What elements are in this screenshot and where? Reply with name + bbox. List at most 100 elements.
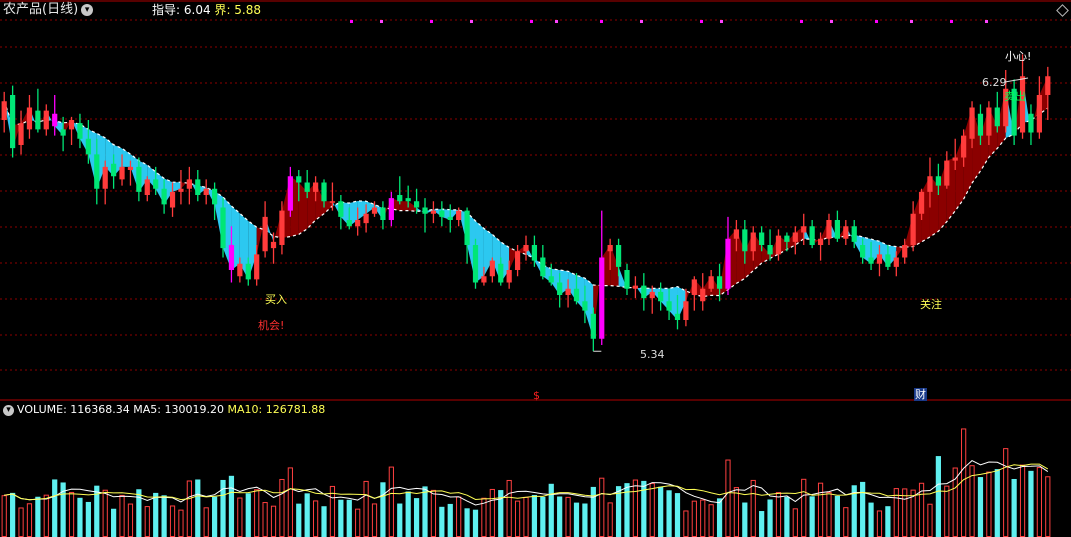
volume-bar <box>287 467 293 537</box>
volume-bar <box>590 486 596 537</box>
volume-bar <box>10 492 16 537</box>
volume-bar <box>144 506 150 537</box>
chevron-down-icon[interactable]: ▾ <box>81 3 94 16</box>
candle-body <box>582 301 588 311</box>
candle-body <box>607 245 613 252</box>
indicator-label: 指导 <box>152 3 177 17</box>
volume-bar <box>413 498 420 537</box>
candle-body <box>716 276 723 289</box>
marker-cai: 财 <box>914 388 927 401</box>
volume-bar <box>792 508 798 537</box>
price-volume-chart[interactable] <box>0 0 1071 537</box>
candle-body <box>77 123 83 139</box>
candle-body <box>801 226 807 233</box>
candle-body <box>666 301 672 311</box>
volume-bar <box>346 499 352 537</box>
low-price-label: 5.34 <box>640 348 665 361</box>
candle-body <box>169 191 176 208</box>
volume-bar <box>649 483 655 537</box>
marker-dot <box>530 20 533 23</box>
candle-body <box>279 210 285 245</box>
ma10-value: 126781.88 <box>265 403 326 416</box>
volume-bar <box>742 502 748 537</box>
volume-bar <box>136 489 142 537</box>
indicator-readout: 指导: 6.04 界: 5.88 <box>152 3 262 17</box>
volume-bar <box>834 495 841 537</box>
volume-bar <box>1003 448 1009 537</box>
candle-body <box>413 201 420 208</box>
candle-body <box>186 179 192 189</box>
volume-bar <box>1019 464 1026 537</box>
candle-body <box>447 216 453 220</box>
volume-value: 116368.34 <box>70 403 130 416</box>
boundary-label: 界 <box>214 3 227 17</box>
volume-bar <box>599 477 605 537</box>
candle-body <box>658 291 664 302</box>
indicator-value: 6.04 <box>183 3 211 17</box>
volume-bar <box>472 509 479 537</box>
candle-body <box>296 176 302 183</box>
volume-bar <box>876 510 883 537</box>
candle-body <box>481 276 487 283</box>
candle-body <box>599 257 605 339</box>
volume-bar <box>843 507 849 537</box>
volume-bar <box>1045 476 1051 537</box>
volume-bar <box>986 471 992 537</box>
volume-bar <box>573 502 580 537</box>
sell-label: 卖出 <box>1004 90 1026 103</box>
candle-body <box>784 235 790 242</box>
candle-body <box>153 179 159 189</box>
candle-body <box>792 232 798 242</box>
candle-body <box>127 166 134 170</box>
volume-bar <box>270 505 277 537</box>
candle-body <box>102 166 108 189</box>
candle-body <box>548 276 554 283</box>
volume-ma10-line <box>4 463 1049 501</box>
stock-title[interactable]: 农产品(日线) ▾ <box>3 2 94 18</box>
candle-body <box>254 254 260 280</box>
volume-bar <box>312 500 319 537</box>
ma10-label: MA10 <box>227 403 259 416</box>
volume-bar <box>961 428 967 537</box>
volume-bar <box>405 491 411 537</box>
chevron-down-icon[interactable]: ▾ <box>3 404 14 416</box>
candle-body <box>203 188 209 195</box>
stock-title-text: 农产品(日线) <box>3 2 79 17</box>
volume-label: VOLUME <box>17 403 64 416</box>
candle-body <box>986 107 992 136</box>
marker-dot <box>555 20 558 23</box>
volume-bar <box>371 503 378 537</box>
candle-body <box>809 226 815 245</box>
volume-bar <box>430 489 437 537</box>
volume-bar <box>565 496 571 537</box>
volume-bar <box>708 504 714 537</box>
volume-bar <box>355 508 361 537</box>
volume-ma5-line <box>4 460 1049 506</box>
volume-bar <box>464 508 470 537</box>
volume-bar <box>750 479 756 537</box>
candle-body <box>573 288 580 302</box>
candle-body <box>927 176 933 192</box>
volume-bar <box>296 503 302 537</box>
candle-body <box>565 288 571 295</box>
high-price-label: 6.29 <box>982 76 1007 89</box>
volume-bar <box>498 490 504 537</box>
volume-bar <box>35 496 41 537</box>
candle-body <box>1028 113 1034 133</box>
volume-bar <box>607 502 613 537</box>
candle-body <box>237 263 243 277</box>
candlesticks <box>1 54 1051 352</box>
caution-label: 小心! <box>1005 50 1032 63</box>
candle-body <box>683 301 689 320</box>
candle-body <box>472 245 479 283</box>
volume-bar <box>85 501 91 537</box>
candle-body <box>52 113 58 127</box>
volume-bar <box>153 492 159 537</box>
volume-bar <box>262 502 268 537</box>
volume-bar <box>759 511 765 537</box>
band-segment <box>122 148 131 167</box>
candle-body <box>388 198 394 220</box>
marker-dot <box>430 20 433 23</box>
volume-bar <box>77 497 83 537</box>
candle-body <box>498 263 504 283</box>
